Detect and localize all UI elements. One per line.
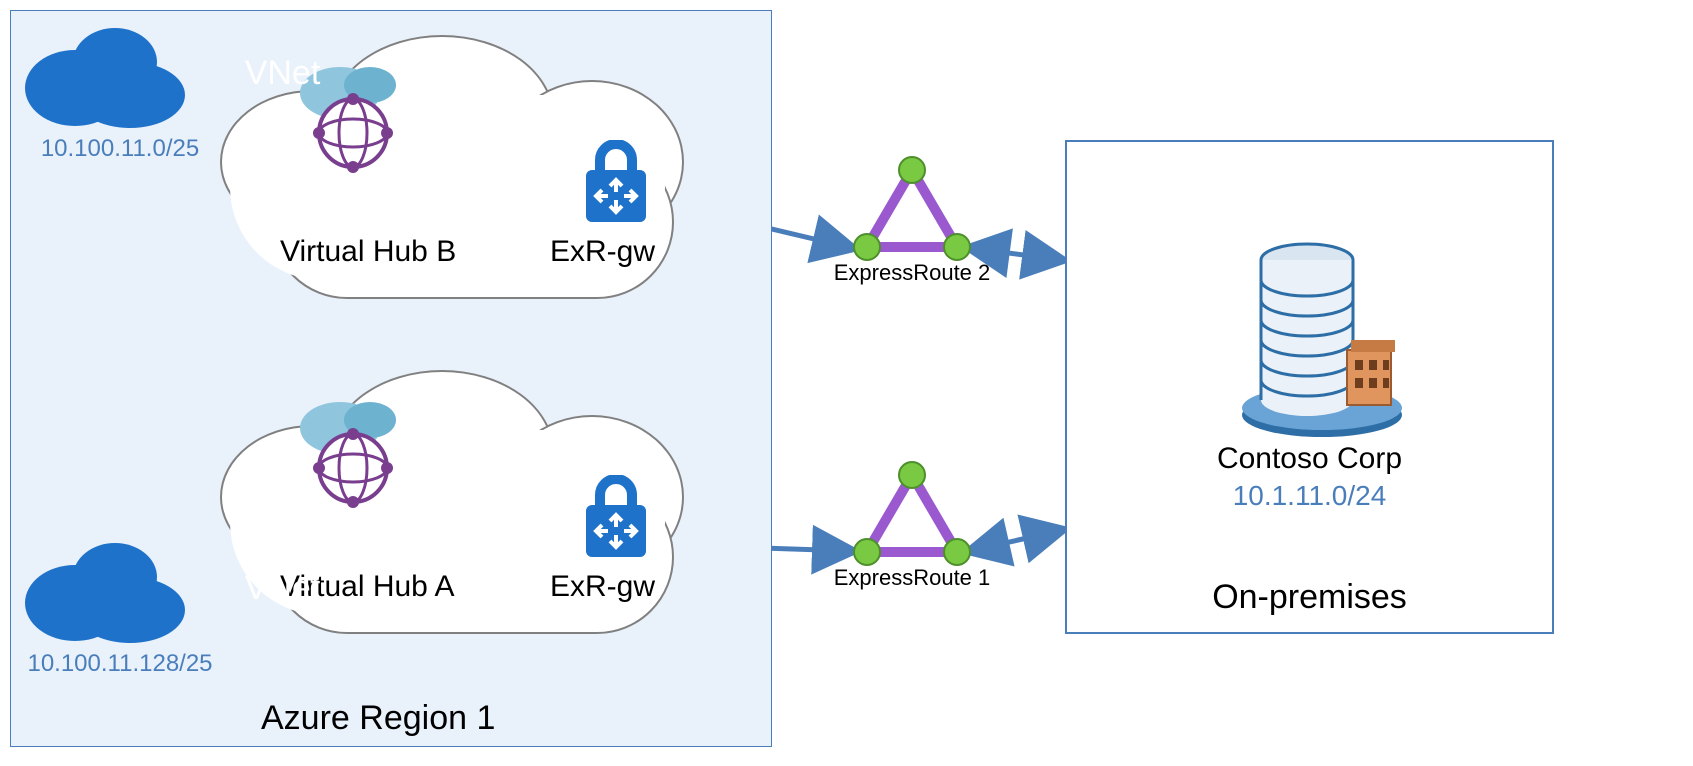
virtual-wan-icon — [295, 400, 415, 510]
expressroute-icon — [852, 460, 972, 570]
expressroute-1-label: ExpressRoute 1 — [832, 565, 992, 591]
expressroute-2: ExpressRoute 2 — [852, 155, 972, 275]
expressroute-gateway-icon — [580, 140, 652, 230]
vnet-top-cidr: 10.100.11.0/25 — [20, 135, 220, 163]
vnet-bottom: VNet 10.100.11.128/25 — [20, 535, 195, 645]
hub-b-gw-label: ExR-gw — [550, 235, 655, 269]
onprem-cidr: 10.1.11.0/24 — [1067, 480, 1552, 512]
vnet-bottom-cidr: 10.100.11.128/25 — [20, 650, 220, 678]
cloud-icon — [20, 20, 195, 130]
building-icon — [1237, 220, 1407, 440]
hub-a-gw-label: ExR-gw — [550, 570, 655, 604]
onprem-corp-label: Contoso Corp — [1067, 442, 1552, 476]
vnet-top: VNet 10.100.11.0/25 — [20, 20, 195, 130]
onprem-box-label: On-premises — [1067, 578, 1552, 617]
expressroute-icon — [852, 155, 972, 265]
vnet-bottom-label: VNet — [195, 569, 370, 608]
expressroute-1: ExpressRoute 1 — [852, 460, 972, 580]
on-premises-box: Contoso Corp 10.1.11.0/24 On-premises — [1065, 140, 1554, 634]
expressroute-2-label: ExpressRoute 2 — [832, 260, 992, 286]
virtual-hub-b-label: Virtual Hub B — [280, 235, 456, 269]
azure-region-label: Azure Region 1 — [261, 699, 495, 738]
vnet-top-label: VNet — [195, 54, 370, 93]
cloud-icon — [20, 535, 195, 645]
expressroute-gateway-icon — [580, 475, 652, 565]
